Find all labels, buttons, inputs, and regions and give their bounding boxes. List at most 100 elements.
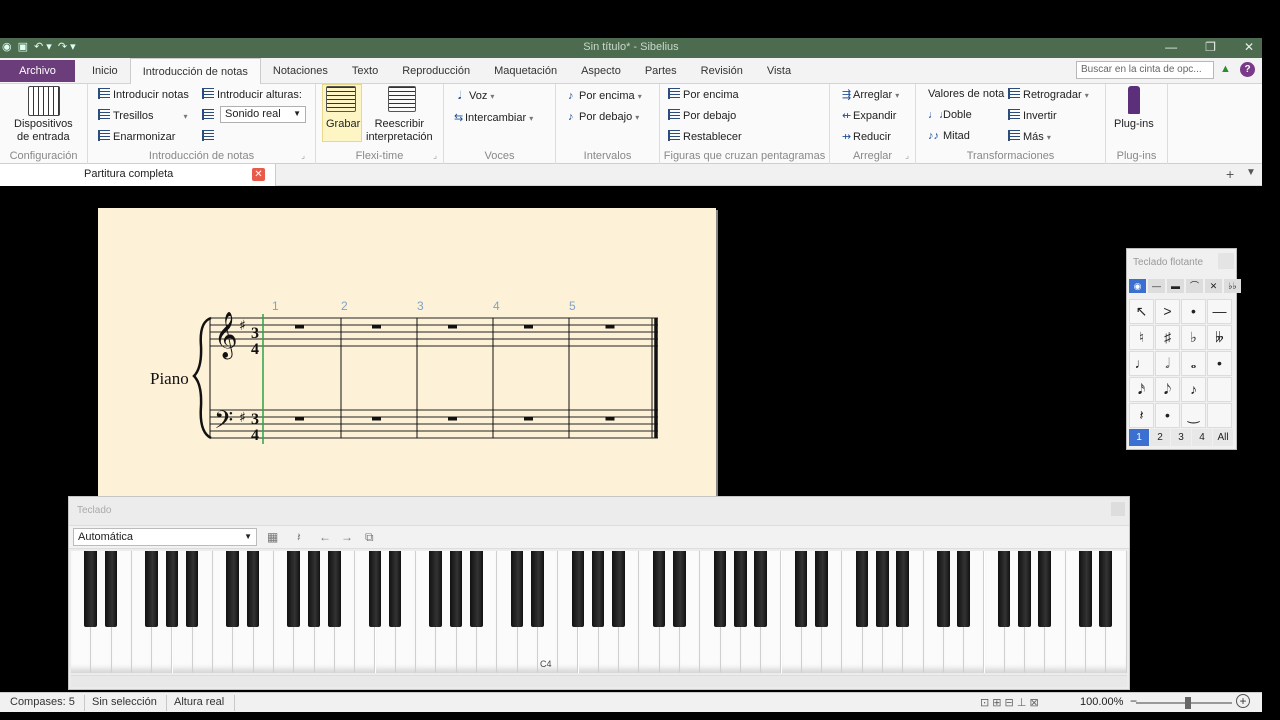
tab-texto[interactable]: Texto bbox=[340, 58, 390, 84]
black-key[interactable] bbox=[957, 551, 970, 627]
keyboard-mode-select[interactable]: Automática ▼ bbox=[73, 528, 257, 546]
close-tab-icon[interactable]: ✕ bbox=[252, 168, 265, 181]
black-key[interactable] bbox=[794, 551, 808, 627]
keypad-key[interactable]: • bbox=[1207, 351, 1232, 376]
zoom-slider-thumb[interactable] bbox=[1185, 697, 1191, 709]
keyboard-close-icon[interactable] bbox=[1111, 502, 1125, 516]
arrow-right-icon[interactable]: → bbox=[341, 530, 353, 544]
whole-rest[interactable] bbox=[448, 325, 457, 329]
black-key[interactable] bbox=[997, 551, 1011, 627]
black-key[interactable] bbox=[84, 551, 97, 627]
tab-reproducción[interactable]: Reproducción bbox=[390, 58, 482, 84]
tab-notaciones[interactable]: Notaciones bbox=[261, 58, 340, 84]
keypad-key[interactable]: ♮ bbox=[1129, 325, 1154, 350]
mitad-button[interactable]: ♪♪ Mitad bbox=[928, 130, 970, 142]
retrogradar-button[interactable]: Retrogradar ▾ bbox=[1008, 88, 1089, 101]
score-page[interactable]: Piano 12345 𝄞 𝄢 ♯ ♯ 3 4 3 4 bbox=[98, 208, 716, 498]
whole-rest[interactable] bbox=[295, 325, 304, 329]
keypad-key[interactable]: 𝅘𝅥𝅯 bbox=[1129, 377, 1154, 402]
dialog-launcher-icon[interactable]: ⌟ bbox=[433, 151, 437, 160]
black-key[interactable] bbox=[145, 551, 158, 627]
whole-rest[interactable] bbox=[372, 325, 381, 329]
whole-rest[interactable] bbox=[524, 325, 533, 329]
voice-1[interactable]: 1 bbox=[1129, 429, 1149, 446]
whole-rest[interactable] bbox=[448, 417, 457, 421]
keypad-key[interactable]: ♯ bbox=[1155, 325, 1180, 350]
tab-vista[interactable]: Vista bbox=[755, 58, 803, 84]
black-key[interactable] bbox=[754, 551, 767, 627]
whole-rest[interactable] bbox=[295, 417, 304, 421]
keypad-tab-more-notes[interactable]: — bbox=[1148, 279, 1165, 293]
keypad-key[interactable] bbox=[1207, 377, 1232, 402]
dialog-launcher-icon[interactable]: ⌟ bbox=[301, 151, 305, 160]
input-devices-button[interactable]: Dispositivos de entrada bbox=[14, 118, 73, 144]
keypad-key[interactable]: ♭ bbox=[1181, 325, 1206, 350]
zoom-out-icon[interactable]: − bbox=[1130, 694, 1137, 708]
tab-menu-icon[interactable]: ▼ bbox=[1246, 167, 1256, 178]
keypad-key[interactable]: 𝄫 bbox=[1207, 325, 1232, 350]
keypad-close-icon[interactable] bbox=[1218, 253, 1234, 269]
cross-below-button[interactable]: Por debajo bbox=[668, 109, 736, 122]
tab-revisión[interactable]: Revisión bbox=[689, 58, 755, 84]
expandir-button[interactable]: ⇷ Expandir bbox=[842, 109, 896, 122]
arrow-left-icon[interactable]: ← bbox=[319, 530, 331, 544]
tab-introducción-de-notas[interactable]: Introducción de notas bbox=[129, 58, 261, 84]
black-key[interactable] bbox=[733, 551, 747, 627]
voice-3[interactable]: 3 bbox=[1171, 429, 1191, 446]
black-key[interactable] bbox=[815, 551, 828, 627]
keypad-key[interactable]: ↖ bbox=[1129, 299, 1154, 324]
black-key[interactable] bbox=[307, 551, 321, 627]
black-key[interactable] bbox=[530, 551, 544, 627]
keyboard-scrollbar[interactable] bbox=[71, 675, 1127, 687]
sounding-pitch-icon[interactable] bbox=[202, 109, 217, 122]
black-key[interactable] bbox=[1079, 551, 1092, 627]
black-key[interactable] bbox=[510, 551, 524, 627]
minimize-icon[interactable]: — bbox=[1165, 40, 1177, 54]
note-input-mode-icon[interactable]: 𝄽 bbox=[297, 530, 301, 545]
black-key[interactable] bbox=[287, 551, 300, 627]
voice-all[interactable]: All bbox=[1213, 429, 1233, 446]
tab-partitura-completa[interactable]: Partitura completa ✕ bbox=[0, 164, 276, 186]
keypad-key[interactable]: • bbox=[1181, 299, 1206, 324]
black-key[interactable] bbox=[1038, 551, 1052, 627]
new-tab-icon[interactable]: + bbox=[1226, 166, 1234, 182]
whole-rest[interactable] bbox=[605, 325, 615, 329]
restablecer-button[interactable]: Restablecer bbox=[668, 130, 742, 143]
black-key[interactable] bbox=[246, 551, 260, 627]
keypad-key[interactable]: ♪ bbox=[1181, 377, 1206, 402]
keypad-tab-notes[interactable]: ◉ bbox=[1129, 279, 1146, 293]
whole-rest[interactable] bbox=[372, 417, 381, 421]
collapse-ribbon-icon[interactable]: ▲ bbox=[1220, 63, 1231, 75]
black-key[interactable] bbox=[429, 551, 443, 627]
keypad-toggle-icon[interactable] bbox=[202, 130, 217, 143]
reducir-button[interactable]: ⇸ Reducir bbox=[842, 130, 891, 143]
whole-rest[interactable] bbox=[524, 417, 533, 421]
piano-keys[interactable]: C4 bbox=[71, 551, 1127, 673]
interval-below-button[interactable]: ♪ Por debajo ▾ bbox=[568, 111, 639, 123]
black-key[interactable] bbox=[612, 551, 625, 627]
keypad-key[interactable]: 𝄽 bbox=[1129, 403, 1154, 428]
keypad-key[interactable]: — bbox=[1207, 299, 1232, 324]
keypad-tab-accidentals[interactable]: ♭♭ bbox=[1224, 279, 1241, 293]
view-mode-icons[interactable]: ⊡ ⊞ ⊟ ⊥ ⊠ bbox=[980, 696, 1039, 709]
keypad-key[interactable]: 𝅘𝅥𝅮 bbox=[1155, 377, 1180, 402]
black-key[interactable] bbox=[449, 551, 463, 627]
invertir-button[interactable]: Invertir bbox=[1008, 109, 1057, 122]
doble-button[interactable]: ♩♩Doble bbox=[928, 109, 972, 121]
chord-mode-icon[interactable]: ⧉ bbox=[365, 530, 374, 545]
keypad-tab-articulations[interactable]: ⌒ bbox=[1186, 279, 1203, 293]
help-icon[interactable]: ? bbox=[1240, 62, 1255, 77]
black-key[interactable] bbox=[652, 551, 666, 627]
zoom-slider[interactable] bbox=[1136, 702, 1232, 704]
ribbon-search-input[interactable]: Buscar en la cinta de opc... bbox=[1076, 61, 1214, 79]
black-key[interactable] bbox=[1018, 551, 1031, 627]
tresillos-button[interactable]: Tresillos ▾ bbox=[98, 109, 188, 122]
keypad-key[interactable]: ‿ bbox=[1181, 403, 1206, 428]
keypad-key[interactable]: ♩ bbox=[1129, 351, 1154, 376]
black-key[interactable] bbox=[185, 551, 199, 627]
zoom-in-icon[interactable]: + bbox=[1236, 694, 1250, 708]
score-svg[interactable]: Piano 12345 𝄞 𝄢 ♯ ♯ 3 4 3 4 bbox=[98, 208, 716, 498]
enarmonizar-button[interactable]: Enarmonizar bbox=[98, 130, 175, 143]
cross-above-button[interactable]: Por encima bbox=[668, 88, 739, 101]
voz-button[interactable]: 𝅘𝅥 Voz ▾ bbox=[458, 90, 494, 102]
